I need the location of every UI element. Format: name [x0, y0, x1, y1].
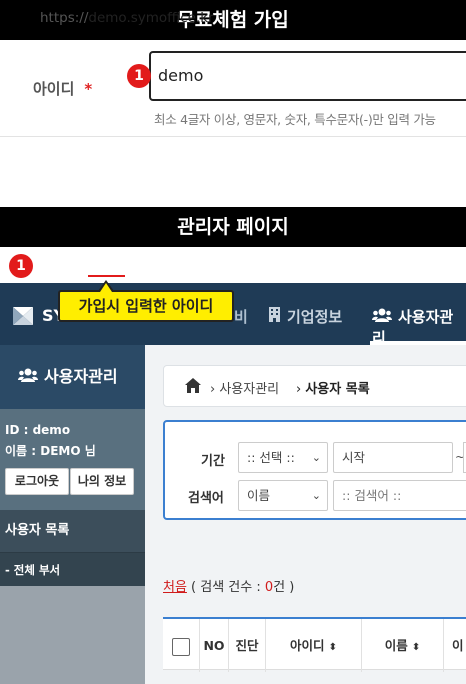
result-count: 0 — [264, 580, 274, 595]
chevron-down-icon: ⌄ — [311, 489, 321, 502]
keyword-input[interactable]: :: 검색어 :: — [333, 480, 466, 511]
keyword-label: 검색어 — [188, 491, 224, 506]
user-name-text: 이름 : DEMO 님 — [5, 444, 96, 458]
sidebar-title: 사용자관리 — [0, 345, 145, 409]
search-field-select[interactable]: 이름 ⌄ — [238, 480, 328, 511]
period-select[interactable]: :: 선택 :: ⌄ — [238, 442, 328, 473]
column-name[interactable]: 이름 ⬍ — [362, 619, 444, 672]
sort-icon[interactable]: ⬍ — [412, 642, 420, 653]
result-close: 건 ) — [273, 580, 295, 595]
select-all-checkbox[interactable] — [172, 637, 190, 656]
url-prefix: https:// — [40, 10, 89, 26]
start-date-input[interactable]: 시작 — [333, 442, 453, 473]
building-icon — [269, 307, 280, 322]
id-field-label: 아이디 * — [33, 78, 92, 99]
url-highlight-underline — [88, 275, 125, 277]
users-icon — [372, 308, 392, 322]
breadcrumb: › 사용자관리 › 사용자 목록 — [163, 365, 466, 407]
step-badge: 1 — [127, 64, 151, 88]
column-id-label: 아이디 — [290, 638, 325, 653]
callout-tooltip: 가입시 입력한 아이디 — [58, 290, 234, 322]
required-star: * — [84, 80, 93, 98]
users-icon — [18, 368, 38, 382]
address-bar[interactable] — [0, 247, 466, 283]
user-id-text: ID : demo — [5, 423, 71, 437]
divider — [0, 136, 466, 137]
search-field-value: 이름 — [247, 488, 271, 503]
sidebar-item-all-departments[interactable]: - 전체 부서 — [0, 552, 145, 586]
my-info-button[interactable]: 나의 정보 — [70, 468, 134, 495]
breadcrumb-level1[interactable]: › 사용자관리 — [210, 378, 279, 397]
home-icon[interactable] — [185, 378, 201, 393]
logout-button[interactable]: 로그아웃 — [5, 468, 69, 495]
nav-item-partial[interactable]: 비 — [234, 306, 248, 327]
column-no: NO — [200, 619, 229, 672]
chevron-down-icon: ⌄ — [311, 451, 321, 464]
id-hint: 최소 4글자 이상, 영문자, 숫자, 특수문자(-)만 입력 가능 — [154, 112, 436, 127]
sort-icon[interactable]: ⬍ — [329, 642, 337, 653]
table-header: NO 진단 아이디 ⬍ 이름 ⬍ 이 — [163, 617, 466, 672]
period-select-value: :: 선택 :: — [247, 450, 295, 465]
period-label: 기간 — [201, 454, 225, 469]
result-open: ( 검색 건수 : — [186, 580, 265, 595]
column-truncated: 이 — [452, 638, 464, 653]
step-badge: 1 — [9, 254, 33, 278]
id-label-text: 아이디 — [33, 80, 75, 98]
result-summary: 처음 ( 검색 건수 : 0건 ) — [163, 576, 294, 595]
brand-logo-icon — [13, 307, 33, 325]
breadcrumb-level2: › 사용자 목록 — [296, 382, 370, 397]
url-text[interactable]: https://demo.symoffice.kr — [40, 10, 214, 26]
first-page-link[interactable]: 처음 — [163, 580, 187, 595]
column-name-label: 이름 — [384, 638, 408, 653]
column-diagnosis: 진단 — [229, 619, 266, 672]
select-all-cell — [163, 619, 200, 672]
nav-item-company[interactable]: 기업정보 — [268, 306, 342, 327]
nav-item-company-label: 기업정보 — [287, 308, 343, 326]
sidebar-title-text: 사용자관리 — [44, 367, 118, 386]
page: 무료체험 가입 아이디 * demo 1 최소 4글자 이상, 영문자, 숫자, … — [0, 0, 466, 684]
column-id[interactable]: 아이디 ⬍ — [266, 619, 362, 672]
sidebar-item-user-list[interactable]: 사용자 목록 — [0, 510, 145, 552]
admin-section-title: 관리자 페이지 — [0, 207, 466, 247]
url-host: demo.symoffice.kr — [88, 10, 214, 26]
callout-pointer-fill — [100, 283, 112, 292]
id-input[interactable]: demo — [149, 51, 466, 101]
